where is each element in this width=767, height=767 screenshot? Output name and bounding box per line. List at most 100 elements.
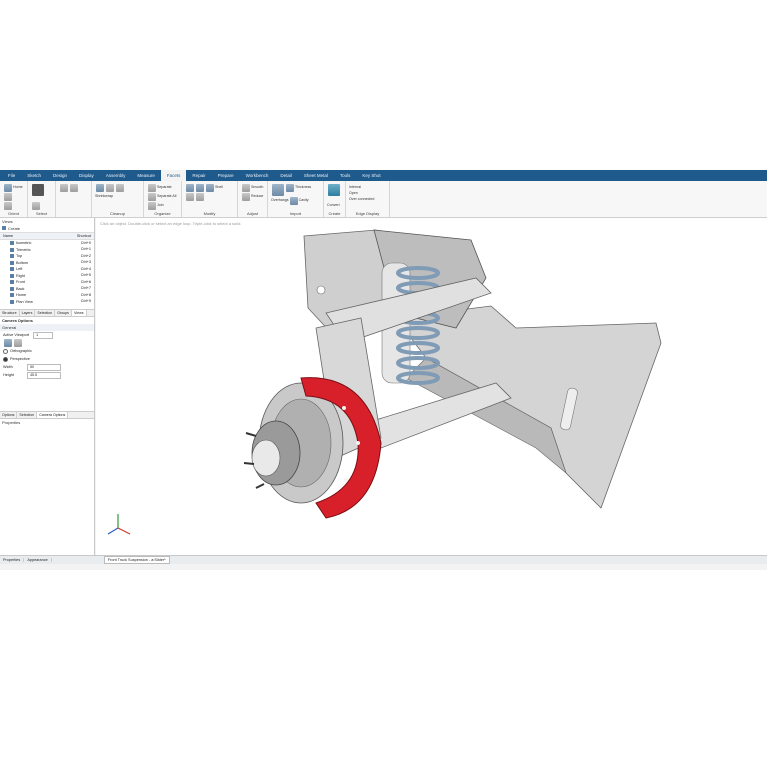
reduce-icon[interactable]: [242, 193, 250, 201]
active-viewport-field[interactable]: 1: [33, 331, 54, 339]
view-icon: [10, 280, 14, 285]
cavity-icon[interactable]: [289, 197, 298, 205]
cleanup-icon[interactable]: [106, 184, 114, 192]
view-shortcut: Ctrl+5: [80, 273, 91, 278]
create-view-button[interactable]: Create: [0, 225, 94, 232]
convert-label[interactable]: Convert: [327, 203, 340, 207]
tab-options[interactable]: Options: [0, 412, 18, 418]
menu-sheet-metal[interactable]: Sheet Metal: [298, 170, 334, 181]
view-icon: [10, 247, 14, 252]
convert-icon[interactable]: [328, 184, 340, 196]
menu-file[interactable]: File: [2, 170, 21, 181]
tab-layers[interactable]: Layers: [20, 310, 36, 316]
separate-all-icon[interactable]: [148, 193, 156, 201]
thickness-label[interactable]: Thickness: [295, 185, 311, 189]
menu-prepare[interactable]: Prepare: [212, 170, 240, 181]
view-name: Trimetric: [16, 247, 31, 252]
tab-groups[interactable]: Groups: [55, 310, 72, 316]
overhangs-icon[interactable]: [272, 184, 284, 196]
join-label[interactable]: Join: [157, 203, 164, 207]
smooth-label[interactable]: Smooth: [251, 185, 263, 189]
thicken-icon[interactable]: [196, 184, 204, 192]
menu-display[interactable]: Display: [73, 170, 100, 181]
blend-icon[interactable]: [70, 184, 78, 192]
caliper-bolt: [356, 441, 360, 445]
menu-sketch[interactable]: Sketch: [21, 170, 47, 181]
tab-selection[interactable]: Selection: [35, 310, 56, 316]
modify-icon-2[interactable]: [186, 193, 194, 201]
merge-icon[interactable]: [116, 184, 124, 192]
camera-general-label: General: [2, 325, 17, 330]
camera-general-section[interactable]: General: [0, 324, 94, 331]
select-mode-icon[interactable]: [32, 202, 40, 210]
pan-icon[interactable]: [4, 202, 12, 210]
cavity-label[interactable]: Cavity: [299, 198, 309, 202]
view-icon: [10, 293, 14, 298]
ribbon-group-create: Convert Create: [324, 181, 346, 217]
select-cursor-icon[interactable]: [32, 184, 44, 196]
join-icon[interactable]: [148, 202, 156, 210]
mount-hole: [316, 285, 326, 295]
separate-all-label[interactable]: Separate All: [157, 194, 176, 198]
thickness-icon[interactable]: [286, 184, 294, 192]
tab-structure[interactable]: Structure: [0, 310, 20, 316]
menu-tools[interactable]: Tools: [334, 170, 357, 181]
offset-icon[interactable]: [186, 184, 194, 192]
shell-label[interactable]: Shell: [215, 185, 223, 189]
smooth-icon[interactable]: [242, 184, 250, 192]
menu-assembly[interactable]: Assembly: [100, 170, 132, 181]
menu-design[interactable]: Design: [47, 170, 73, 181]
menu-facets[interactable]: Facets: [160, 170, 187, 181]
edge-over-connected-checkbox[interactable]: Over connected: [349, 197, 374, 201]
fill-icon[interactable]: [60, 184, 68, 192]
home-icon[interactable]: [4, 184, 12, 192]
views-list: Isometric Ctrl+0 Trimetric Ctrl+1 Top Ctrl+2 B…: [0, 240, 94, 305]
ribbon-edge-display-label: Edge Display: [355, 211, 380, 216]
menu-detail[interactable]: Detail: [274, 170, 298, 181]
ribbon-group-organize: Separate Separate All Join Organize: [144, 181, 182, 217]
camera-icon[interactable]: [4, 339, 12, 347]
width-field[interactable]: 50: [27, 363, 61, 371]
tab-selection[interactable]: Selection: [17, 412, 38, 418]
menu-repair[interactable]: Repair: [186, 170, 211, 181]
home-label[interactable]: Home: [13, 185, 23, 189]
separate-label[interactable]: Separate: [157, 185, 172, 189]
height-label: Height: [3, 373, 14, 377]
modify-icon-3[interactable]: [196, 193, 204, 201]
create-view-icon: [2, 226, 6, 230]
shell-icon[interactable]: [206, 184, 214, 192]
menu-key-shot[interactable]: Key Shot: [356, 170, 386, 181]
view-icon: [10, 267, 14, 272]
shrinkwrap-icon[interactable]: [96, 184, 104, 192]
zoom-icon[interactable]: [4, 193, 12, 201]
view-name: Back: [16, 286, 25, 291]
tab-camera-options[interactable]: Camera Options: [37, 412, 69, 418]
separate-icon[interactable]: [148, 184, 156, 192]
app-window: File Sketch Design Display Assembly Measure Fa…: [0, 170, 767, 570]
wheel-stud: [245, 432, 257, 437]
camera-alt-icon[interactable]: [14, 339, 22, 347]
document-selector[interactable]: Front Truck Suspension - a:Slider*: [103, 556, 170, 564]
overhangs-label[interactable]: Overhangs: [271, 198, 289, 202]
menu-measure[interactable]: Measure: [131, 170, 161, 181]
height-row: Height 45.5: [0, 371, 94, 379]
orthographic-option[interactable]: Orthographic: [0, 347, 94, 355]
menu-bar: File Sketch Design Display Assembly Measure Fa…: [0, 170, 767, 181]
status-tab-properties[interactable]: Properties: [0, 558, 25, 562]
shrinkwrap-label[interactable]: Shrinkwrap: [95, 194, 113, 198]
perspective-option[interactable]: Perspective: [0, 355, 94, 363]
ribbon-select-label: Select: [35, 211, 48, 216]
view-name: Home: [16, 293, 27, 298]
3d-viewport[interactable]: Click an object. Double-click or select …: [96, 218, 767, 555]
perspective-radio[interactable]: [3, 356, 8, 362]
suspension-model[interactable]: [96, 218, 767, 555]
tab-views[interactable]: Views: [71, 310, 87, 316]
height-field[interactable]: 45.5: [27, 371, 61, 379]
orthographic-radio[interactable]: [3, 348, 8, 354]
left-panel: Views Create Name Shortcut Isometric Ctrl…: [0, 218, 95, 559]
menu-workbench[interactable]: Workbench: [240, 170, 275, 181]
status-tab-appearance[interactable]: Appearance: [24, 558, 52, 562]
properties-title: Properties: [2, 420, 21, 425]
create-view-label: Create: [8, 226, 21, 231]
reduce-label[interactable]: Reduce: [251, 194, 263, 198]
